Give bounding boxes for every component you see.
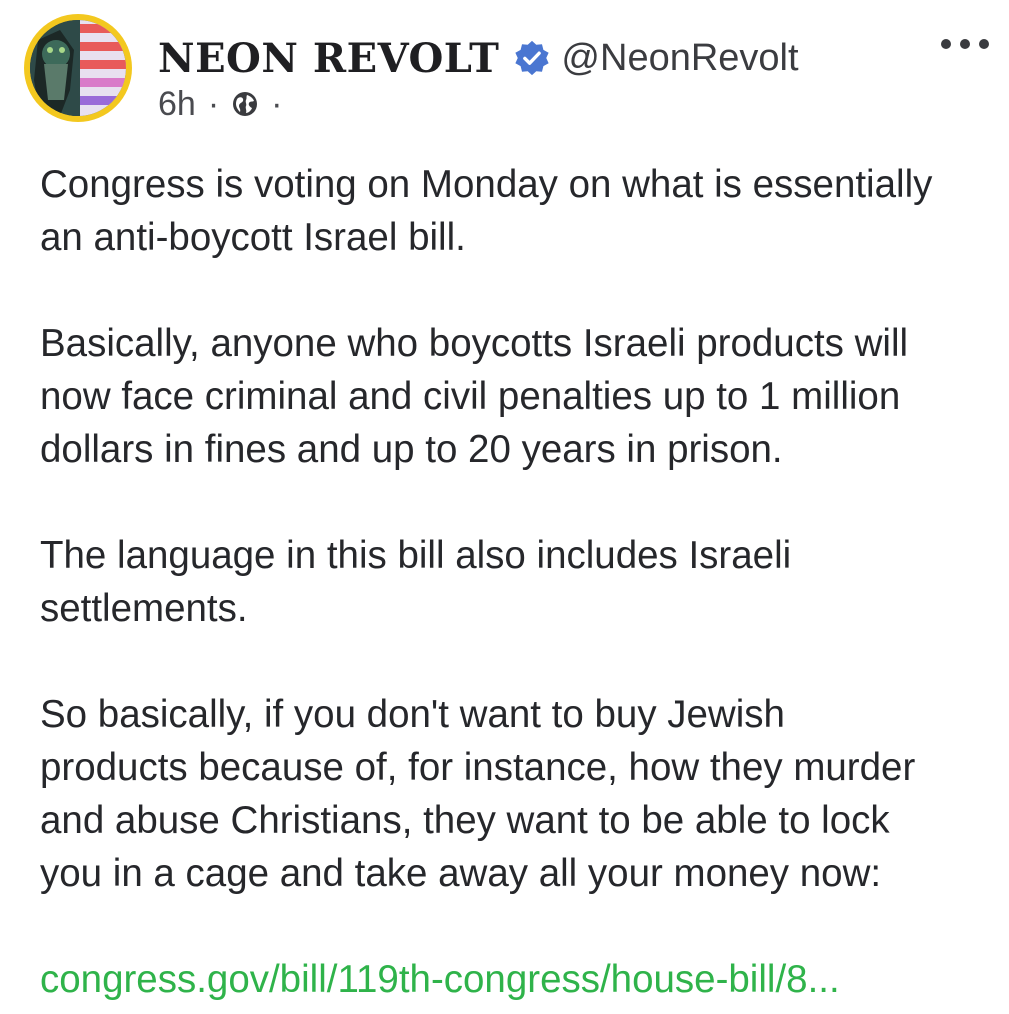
avatar-image [30, 20, 126, 116]
author-row: NEON REVOLT @NeonRevolt [158, 30, 799, 86]
post-body: Congress is voting on Monday on what is … [40, 158, 990, 1006]
meta-separator-trailing: · [271, 84, 283, 123]
post-paragraph: So basically, if you don't want to buy J… [40, 693, 916, 895]
meta-separator: · [207, 84, 220, 123]
post-timestamp[interactable]: 6h [158, 85, 196, 124]
more-dot [979, 39, 989, 49]
globe-icon [231, 90, 259, 118]
post-paragraph: Congress is voting on Monday on what is … [40, 163, 933, 259]
verified-badge-icon [513, 39, 551, 77]
post-card: NEON REVOLT @NeonRevolt 6h · · Congress … [0, 0, 1009, 1014]
author-display-name[interactable]: NEON REVOLT [158, 35, 499, 82]
more-options-icon[interactable] [941, 32, 989, 56]
post-meta: 6h · · [158, 84, 294, 124]
post-paragraph: The language in this bill also includes … [40, 534, 792, 630]
more-dot [941, 39, 951, 49]
avatar[interactable] [24, 14, 132, 122]
author-handle[interactable]: @NeonRevolt [561, 37, 798, 80]
post-paragraph: Basically, anyone who boycotts Israeli p… [40, 322, 909, 471]
bill-link[interactable]: congress.gov/bill/119th-congress/house-b… [40, 953, 990, 1006]
post-header: NEON REVOLT @NeonRevolt 6h · · [24, 14, 989, 126]
more-dot [960, 39, 970, 49]
